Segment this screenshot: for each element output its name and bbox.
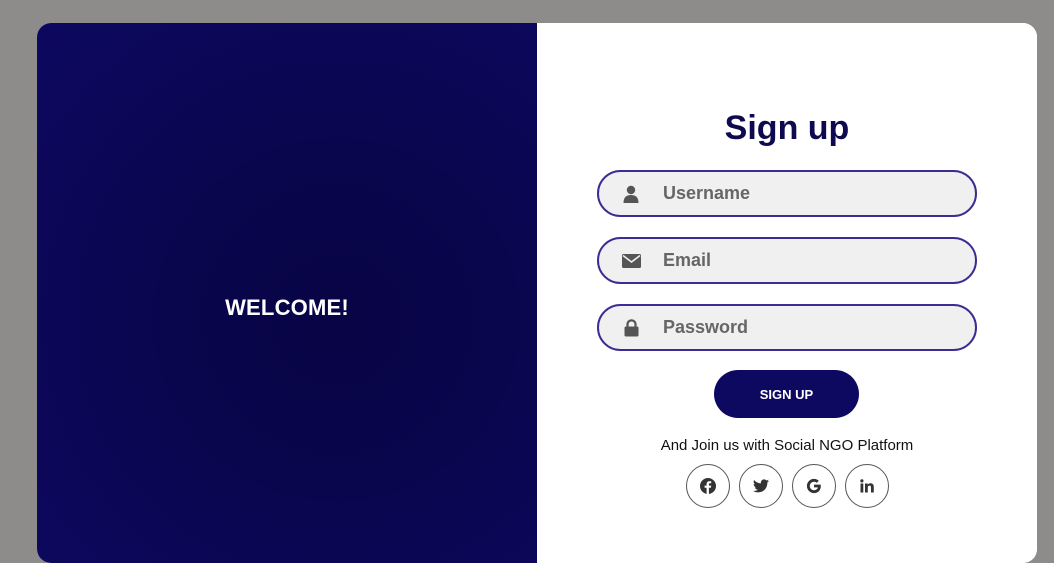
linkedin-icon [860, 479, 874, 493]
user-icon [621, 184, 641, 204]
twitter-button[interactable] [739, 464, 783, 508]
password-input[interactable] [661, 316, 965, 339]
social-login-row [686, 464, 889, 508]
envelope-icon [621, 251, 641, 271]
google-button[interactable] [792, 464, 836, 508]
google-icon [806, 478, 822, 494]
facebook-button[interactable] [686, 464, 730, 508]
signup-card: WELCOME! Sign up Username Email SIGN UP … [37, 23, 1037, 563]
form-title: Sign up [724, 109, 850, 147]
welcome-heading: WELCOME! [225, 295, 349, 320]
sign-up-button[interactable]: SIGN UP [714, 370, 859, 418]
social-join-text: And Join us with Social NGO Platform [660, 437, 914, 454]
signup-form-panel: Sign up Username Email SIGN UP And Join … [537, 23, 1037, 563]
facebook-icon [700, 478, 716, 494]
lock-icon [621, 318, 641, 338]
username-input[interactable] [661, 182, 965, 205]
username-field[interactable] [597, 170, 977, 217]
email-field[interactable] [597, 237, 977, 284]
welcome-panel: WELCOME! [37, 23, 537, 563]
linkedin-button[interactable] [845, 464, 889, 508]
email-input[interactable] [661, 249, 965, 272]
twitter-icon [753, 479, 769, 493]
password-field[interactable] [597, 304, 977, 351]
